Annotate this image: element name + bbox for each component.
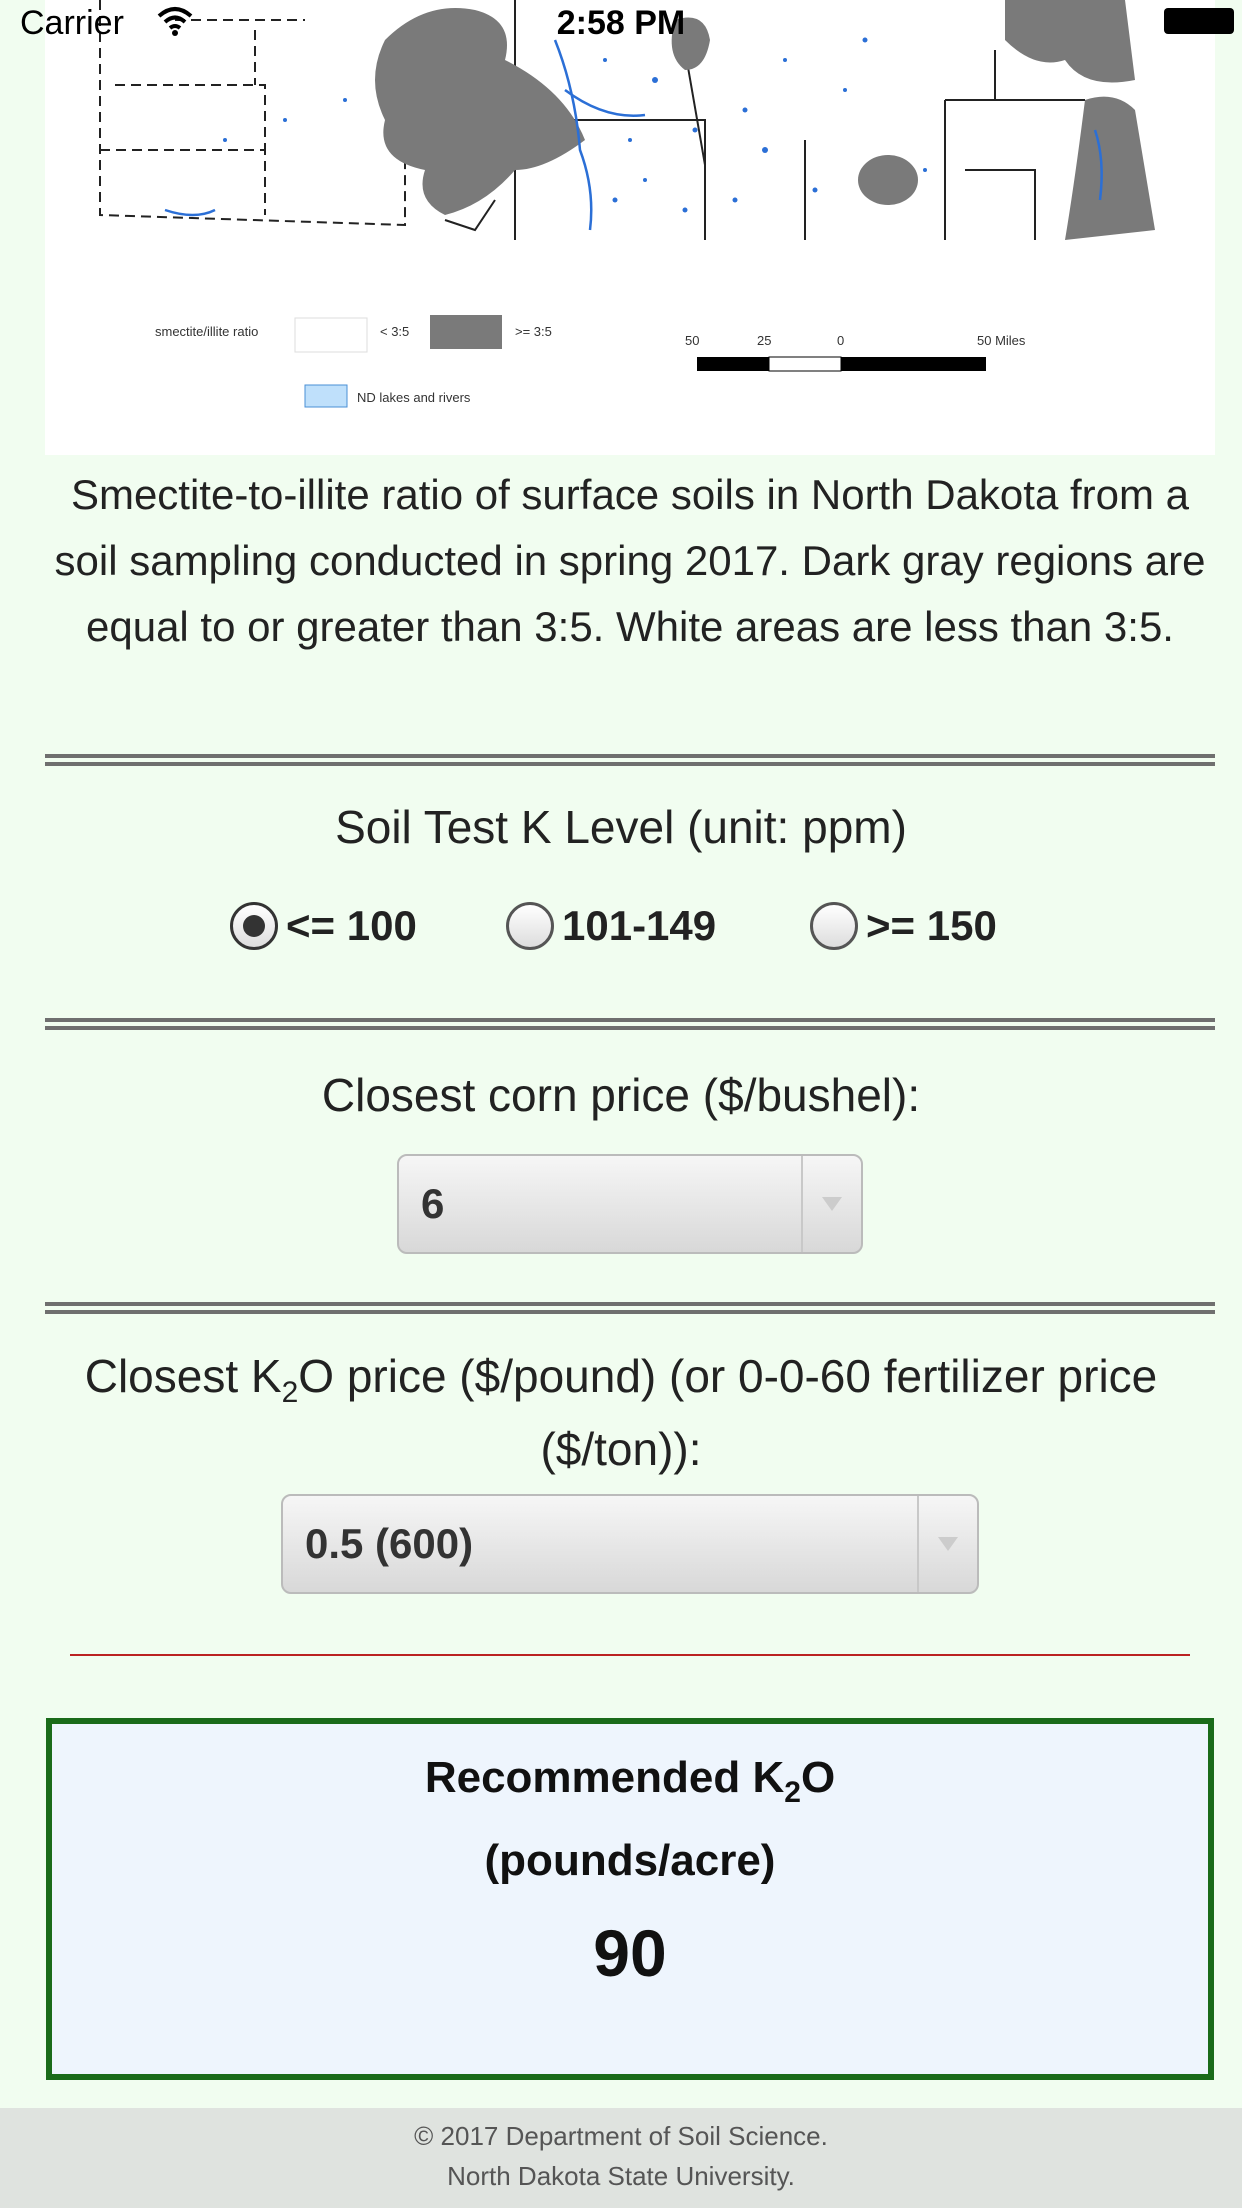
rec-title-suffix: O <box>800 1753 836 1802</box>
k2o-price-select[interactable]: 0.5 (600) <box>281 1494 979 1594</box>
map-graphic: smectite/illite ratio < 3:5 >= 3:5 ND la… <box>99 0 1155 408</box>
footer-copyright: © 2017 Department of Soil Science. <box>414 2121 828 2151</box>
section-divider <box>45 1018 1215 1030</box>
radio-label: <= 100 <box>286 902 417 949</box>
k2o-heading-suffix: O price ($/pound) (or 0-0-60 fertilizer … <box>298 1350 1158 1476</box>
k2o-price-value: 0.5 (600) <box>305 1520 474 1567</box>
result-separator <box>70 1654 1190 1656</box>
battery-icon <box>1164 8 1234 34</box>
corn-price-select[interactable]: 6 <box>397 1154 863 1254</box>
rec-title-subscript: 2 <box>784 1775 801 1809</box>
radio-button-checked[interactable] <box>230 902 278 950</box>
radio-k-level-medium[interactable]: 101-149 <box>506 896 716 956</box>
rec-unit: (pounds/acre) <box>484 1835 776 1885</box>
k2o-heading-prefix: Closest K <box>84 1350 282 1402</box>
recommendation-value: 90 <box>593 1915 667 1990</box>
radio-k-level-high[interactable]: >= 150 <box>810 896 997 956</box>
recommendation-box: Recommended K2O (pounds/acre) 90 <box>46 1718 1214 2080</box>
rec-title-prefix: Recommended K <box>424 1753 785 1802</box>
status-bar: Carrier 2:58 PM <box>0 0 1242 45</box>
section-divider <box>45 754 1215 766</box>
scale-label-25: 25 <box>757 333 771 348</box>
app-screen: Carrier 2:58 PM smectite/illite ratio < … <box>0 0 1242 2208</box>
legend-low-label: < 3:5 <box>380 324 409 339</box>
chevron-down-icon[interactable] <box>801 1156 861 1252</box>
legend-water-label: ND lakes and rivers <box>357 390 471 405</box>
corn-price-value: 6 <box>421 1180 445 1227</box>
radio-label: >= 150 <box>866 902 997 949</box>
recommendation-title: Recommended K2O (pounds/acre) <box>52 1744 1208 1895</box>
corn-price-heading: Closest corn price ($/bushel): <box>321 1069 921 1121</box>
scale-label-miles: 50 Miles <box>977 333 1026 348</box>
radio-label: 101-149 <box>562 902 717 949</box>
radio-button[interactable] <box>506 902 554 950</box>
legend-ratio-label: smectite/illite ratio <box>155 324 258 339</box>
footer-university: North Dakota State University. <box>447 2161 795 2191</box>
radio-button[interactable] <box>810 902 858 950</box>
section-divider <box>45 1302 1215 1314</box>
legend-high-label: >= 3:5 <box>515 324 552 339</box>
k2o-price-heading: Closest K2O price ($/pound) (or 0-0-60 f… <box>0 1348 1242 1477</box>
footer: © 2017 Department of Soil Science. North… <box>0 2108 1242 2208</box>
scale-label-50: 50 <box>685 333 699 348</box>
k2o-heading-subscript: 2 <box>281 1376 299 1410</box>
chevron-down-icon[interactable] <box>917 1496 977 1592</box>
clock: 2:58 PM <box>556 4 686 42</box>
map-caption: Smectite-to-illite ratio of surface soil… <box>54 471 1206 650</box>
radio-k-level-low[interactable]: <= 100 <box>230 896 417 956</box>
scale-label-0: 0 <box>837 333 844 348</box>
soil-test-radio-group: <= 100 101-149 >= 150 <box>0 896 1242 956</box>
soil-map-image: smectite/illite ratio < 3:5 >= 3:5 ND la… <box>45 0 1215 455</box>
soil-test-heading: Soil Test K Level (unit: ppm) <box>335 801 907 853</box>
